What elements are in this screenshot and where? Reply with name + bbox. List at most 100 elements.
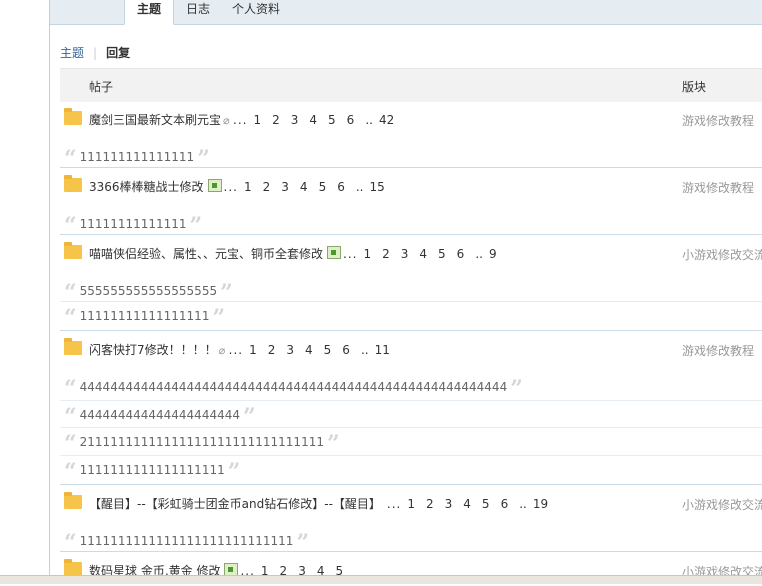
page-link[interactable]: 6 <box>457 247 465 261</box>
reply-link[interactable]: “21111111111111111111111111111111” <box>64 428 340 455</box>
forum-link[interactable]: 小游戏修改交流 <box>682 246 762 263</box>
tab-topics[interactable]: 主题 <box>124 0 174 25</box>
page-link[interactable]: 3 <box>291 113 299 127</box>
page-link[interactable]: 1 <box>407 497 415 511</box>
last-page-link[interactable]: 42 <box>379 113 394 127</box>
page-link[interactable]: 3 <box>445 497 453 511</box>
quote-close-icon: ” <box>212 305 226 331</box>
thread-row: 魔剑三国最新文本刷元宝 ⌀... 1 2 3 4 5 6.. 42 游戏修改教程 <box>60 101 762 135</box>
image-icon <box>327 246 342 259</box>
page-link[interactable]: 4 <box>300 180 308 194</box>
table-header: 帖子 版块 <box>60 68 762 102</box>
last-page-link[interactable]: 15 <box>369 180 384 194</box>
page-links: 1 2 3 4 5 6.. 15 <box>244 180 396 194</box>
page-link[interactable]: 5 <box>438 247 446 261</box>
reply-row: “21111111111111111111111111111111” <box>60 427 762 455</box>
reply-row: “11111111111111111” <box>60 301 762 329</box>
thread-row: 【醒目】--【彩虹骑士团金币and钻石修改】--【醒目】... 1 2 3 4 5 6.. 1… <box>60 485 762 519</box>
page-link[interactable]: 4 <box>309 113 317 127</box>
page-ellipsis: .. <box>475 247 483 261</box>
page-link[interactable]: 1 <box>253 113 261 127</box>
page-link[interactable]: 2 <box>272 113 280 127</box>
column-header-post: 帖子 <box>89 80 114 94</box>
page-links: 1 2 3 4 5 6.. 42 <box>253 113 405 127</box>
content-left-border <box>49 0 50 583</box>
page-link[interactable]: 2 <box>263 180 271 194</box>
thread-title-link[interactable]: 魔剑三国最新文本刷元宝 ⌀... 1 2 3 4 5 6.. 42 <box>89 111 405 128</box>
reply-link[interactable]: “111111111111111” <box>64 143 210 170</box>
page-link[interactable]: 4 <box>463 497 471 511</box>
page-link[interactable]: 6 <box>347 113 355 127</box>
sub-navigation: 主题 | 回复 <box>60 44 130 60</box>
last-page-link[interactable]: 19 <box>533 497 548 511</box>
reply-link[interactable]: “444444444444444444444444444444444444444… <box>64 373 523 400</box>
reply-link[interactable]: “11111111111111” <box>64 210 202 237</box>
page-link[interactable]: 2 <box>268 343 276 357</box>
subnav-topics-link[interactable]: 主题 <box>60 46 84 60</box>
page-link[interactable]: 6 <box>501 497 509 511</box>
page-link[interactable]: 1 <box>244 180 252 194</box>
last-page-link[interactable]: 9 <box>489 247 497 261</box>
reply-text: 111111111111111 <box>79 150 195 164</box>
attachment-icon: ⌀ <box>223 114 230 127</box>
forum-link[interactable]: 小游戏修改交流 <box>682 496 762 513</box>
thread-title-link[interactable]: 【醒目】--【彩虹骑士团金币and钻石修改】--【醒目】... 1 2 3 4 5 6.. 1… <box>89 495 559 512</box>
reply-text: 11111111111111 <box>79 217 187 231</box>
reply-text: 1111111111111111111 <box>79 463 225 477</box>
page-link[interactable]: 3 <box>286 343 294 357</box>
reply-link[interactable]: “11111111111111111” <box>64 302 225 329</box>
thread-title-link[interactable]: 3366棒棒糖战士修改... 1 2 3 4 5 6.. 15 <box>89 178 396 195</box>
page-link[interactable]: 6 <box>342 343 350 357</box>
reply-text: 555555555555555555 <box>79 284 218 298</box>
forum-link[interactable]: 游戏修改教程 <box>682 112 754 129</box>
page-link[interactable]: 4 <box>305 343 313 357</box>
tab-profile-label: 个人资料 <box>232 2 281 16</box>
forum-link[interactable]: 游戏修改教程 <box>682 342 754 359</box>
page-link[interactable]: 4 <box>419 247 427 261</box>
thread-title: 喵喵侠侣经验、属性、、元宝、铜币全套修改 <box>89 247 324 261</box>
tab-logs[interactable]: 日志 <box>186 0 210 24</box>
page-ellipsis: .. <box>365 113 373 127</box>
reply-link[interactable]: “555555555555555555” <box>64 277 233 304</box>
subnav-replies-current[interactable]: 回复 <box>106 46 130 60</box>
page-link[interactable]: 1 <box>249 343 257 357</box>
page-link[interactable]: 5 <box>482 497 490 511</box>
folder-icon <box>64 492 82 509</box>
reply-row: “111111111111111” <box>60 143 762 170</box>
page-link[interactable]: 2 <box>426 497 434 511</box>
tab-bar: 主题 日志 个人资料 <box>50 0 762 25</box>
thread-row: 3366棒棒糖战士修改... 1 2 3 4 5 6.. 15 游戏修改教程 <box>60 168 762 202</box>
image-icon <box>207 179 222 192</box>
page-link[interactable]: 3 <box>281 180 289 194</box>
reply-row: “1111111111111111111111111111” <box>60 527 762 554</box>
thread-title: 闪客快打7修改！！！！ <box>89 343 217 357</box>
thread-title: 【醒目】--【彩虹骑士团金币and钻石修改】--【醒目】 <box>89 497 381 511</box>
folder-icon <box>64 108 82 125</box>
quote-open-icon: “ <box>64 305 77 331</box>
reply-link[interactable]: “1111111111111111111111111111” <box>64 527 309 554</box>
folder-icon <box>64 175 82 192</box>
title-ellipsis: ... <box>386 497 402 511</box>
reply-text: 11111111111111111 <box>79 309 210 323</box>
page-link[interactable]: 2 <box>382 247 390 261</box>
thread-title-link[interactable]: 闪客快打7修改！！！！ ⌀... 1 2 3 4 5 6.. 11 <box>89 341 401 358</box>
page-link[interactable]: 5 <box>319 180 327 194</box>
reply-link[interactable]: “444444444444444444444” <box>64 401 256 428</box>
reply-row: “555555555555555555” <box>60 277 762 304</box>
page-ellipsis: .. <box>519 497 527 511</box>
page-link[interactable]: 3 <box>401 247 409 261</box>
folder-icon <box>64 242 82 259</box>
tab-logs-label: 日志 <box>186 2 211 16</box>
last-page-link[interactable]: 11 <box>375 343 390 357</box>
page-ellipsis: .. <box>360 343 369 357</box>
thread-row: 闪客快打7修改！！！！ ⌀... 1 2 3 4 5 6.. 11 游戏修改教程 <box>60 331 762 365</box>
page-link[interactable]: 6 <box>337 180 345 194</box>
forum-link[interactable]: 游戏修改教程 <box>682 179 754 196</box>
page-link[interactable]: 5 <box>328 113 336 127</box>
reply-link[interactable]: “1111111111111111111” <box>64 456 240 483</box>
page-link[interactable]: 5 <box>324 343 332 357</box>
page-link[interactable]: 1 <box>363 247 371 261</box>
reply-text: 444444444444444444444 <box>79 408 240 422</box>
tab-profile[interactable]: 个人资料 <box>232 0 280 24</box>
thread-title-link[interactable]: 喵喵侠侣经验、属性、、元宝、铜币全套修改... 1 2 3 4 5 6.. 9 <box>89 245 508 262</box>
